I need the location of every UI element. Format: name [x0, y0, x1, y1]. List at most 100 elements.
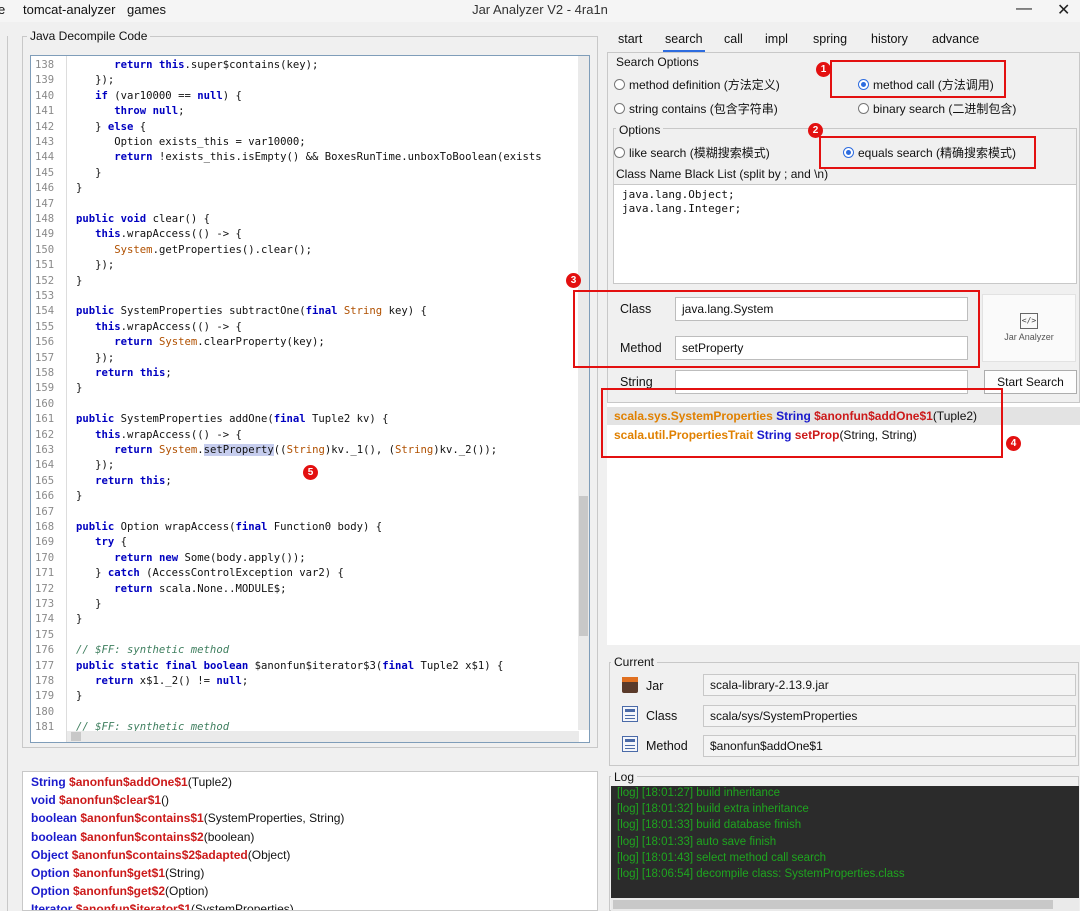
code-line: 154 public SystemProperties subtractOne(f…	[31, 304, 589, 319]
log-line: [log] [18:01:33] auto save finish	[617, 835, 777, 848]
code-text: try {	[95, 536, 128, 549]
radio-like-search[interactable]: like search (模糊搜索模式)	[614, 144, 770, 161]
line-number: 170	[35, 551, 55, 564]
line-number: 146	[35, 182, 55, 195]
tab-history[interactable]: history	[871, 32, 908, 46]
radio-string-contains[interactable]: string contains (包含字符串)	[614, 100, 778, 117]
code-text: });	[76, 459, 115, 472]
code-horizontal-scroll-thumb[interactable]	[71, 732, 81, 741]
method-name: $anonfun$iterator$1	[75, 902, 192, 911]
code-line: 139 });	[31, 73, 589, 88]
code-line: 177 public static final boolean $anonfun$…	[31, 659, 589, 674]
annotation-badge-3: 3	[566, 273, 581, 288]
method-list-item[interactable]: Object $anonfun$contains$2$adapted(Objec…	[31, 846, 290, 864]
code-text: } else {	[76, 120, 147, 133]
tab-advance[interactable]: advance	[932, 32, 979, 46]
tab-bar: start search call impl spring history ad…	[607, 28, 1080, 52]
code-line: 138 return this.super$contains(key);	[31, 58, 589, 73]
tab-impl[interactable]: impl	[765, 32, 788, 46]
log-line: [log] [18:06:54] decompile class: System…	[617, 868, 905, 880]
method-name: $anonfun$get$1	[73, 866, 166, 880]
line-number: 154	[35, 305, 55, 318]
code-text: return System.setProperty((String)kv._1(…	[114, 444, 498, 456]
radio-binary-search-label: binary search (二进制包含)	[873, 102, 1017, 116]
radio-button-icon[interactable]	[614, 147, 625, 158]
radio-button-icon[interactable]	[614, 79, 625, 90]
method-list-item[interactable]: String $anonfun$addOne$1(Tuple2)	[31, 773, 232, 791]
line-number: 181	[35, 721, 55, 734]
code-text: return this;	[95, 474, 172, 487]
code-text: System.getProperties().clear();	[114, 243, 313, 256]
log-horizontal-scrollbar[interactable]	[611, 898, 1079, 911]
code-editor[interactable]: 138 return this.super$contains(key); 139 …	[30, 55, 590, 743]
method-list-item[interactable]: void $anonfun$clear$1()	[31, 791, 169, 809]
line-number: 151	[35, 259, 55, 272]
method-list-item[interactable]: Iterator $anonfun$iterator$1(SystemPrope…	[31, 900, 294, 911]
code-text: }	[76, 613, 83, 626]
method-list-item[interactable]: boolean $anonfun$contains$2(boolean)	[31, 828, 254, 846]
line-number: 158	[35, 367, 55, 379]
code-text: }	[76, 382, 83, 395]
log-output[interactable]: [log] [18:01:27] build inheritance [log] …	[611, 786, 1079, 898]
code-line: 158 return this;	[31, 366, 589, 381]
code-text: public SystemProperties addOne(final Tup…	[76, 413, 389, 426]
search-options-title: Search Options	[613, 55, 702, 69]
blacklist-entry: java.lang.Object;	[622, 188, 735, 201]
code-vertical-scrollbar[interactable]	[578, 56, 589, 730]
current-class-field[interactable]: scala/sys/SystemProperties	[703, 705, 1076, 727]
code-line: 179}	[31, 689, 589, 704]
radio-button-icon[interactable]	[858, 103, 869, 114]
method-return-type: String	[31, 775, 66, 789]
code-vertical-scroll-thumb[interactable]	[579, 496, 588, 636]
tab-start[interactable]: start	[618, 32, 642, 46]
code-line: 146}	[31, 181, 589, 196]
line-number: 175	[35, 628, 55, 641]
line-number: 143	[35, 136, 55, 148]
line-number: 167	[35, 505, 55, 518]
log-scroll-thumb[interactable]	[613, 900, 1053, 909]
current-jar-field[interactable]: scala-library-2.13.9.jar	[703, 674, 1076, 696]
current-method-label: Method	[646, 739, 688, 753]
code-text: }	[76, 690, 83, 703]
annotation-badge-5: 5	[303, 465, 318, 480]
class-file-icon	[622, 706, 638, 722]
blacklist-textarea[interactable]: java.lang.Object; java.lang.Integer;	[613, 184, 1077, 284]
annotation-box-results	[601, 388, 1003, 458]
code-line: 145 }	[31, 166, 589, 181]
method-list-item[interactable]: boolean $anonfun$contains$1(SystemProper…	[31, 809, 344, 827]
code-line: 169 try {	[31, 535, 589, 550]
method-list[interactable]: String $anonfun$addOne$1(Tuple2) void $an…	[22, 771, 598, 911]
code-text: }	[76, 166, 102, 179]
method-list-item[interactable]: Option $anonfun$get$1(String)	[31, 864, 204, 882]
code-line: 168 public Option wrapAccess(final Functi…	[31, 520, 589, 535]
line-number: 145	[35, 166, 55, 179]
code-line: 142 } else {	[31, 120, 589, 135]
code-horizontal-scrollbar[interactable]	[67, 731, 579, 742]
tab-call[interactable]: call	[724, 32, 743, 46]
left-panel-edge	[0, 36, 8, 911]
code-line: 147	[31, 197, 589, 212]
line-number: 177	[35, 659, 55, 672]
close-button[interactable]: ✕	[1057, 0, 1070, 20]
tab-search[interactable]: search	[663, 32, 705, 52]
line-number: 148	[35, 213, 55, 225]
radio-button-icon[interactable]	[614, 103, 625, 114]
code-line: 155 this.wrapAccess(() -> {	[31, 320, 589, 335]
jar-analyzer-logo[interactable]: </> Jar Analyzer	[982, 294, 1076, 362]
code-text: public void clear() {	[76, 213, 210, 225]
line-number: 150	[35, 243, 55, 256]
radio-method-definition[interactable]: method definition (方法定义)	[614, 76, 780, 93]
method-list-item[interactable]: Option $anonfun$get$2(Option)	[31, 882, 208, 900]
minimize-button[interactable]: —	[1016, 0, 1032, 18]
method-params: (String)	[165, 866, 205, 880]
method-file-icon	[622, 736, 638, 752]
radio-method-definition-label: method definition (方法定义)	[629, 78, 780, 92]
current-method-field[interactable]: $anonfun$addOne$1	[703, 735, 1076, 757]
code-line: 174}	[31, 612, 589, 627]
tab-spring[interactable]: spring	[813, 32, 847, 46]
method-return-type: void	[31, 793, 56, 808]
line-number: 138	[35, 59, 55, 71]
code-line: 150 System.getProperties().clear();	[31, 243, 589, 258]
code-line: 151 });	[31, 258, 589, 273]
radio-binary-search[interactable]: binary search (二进制包含)	[858, 100, 1016, 117]
